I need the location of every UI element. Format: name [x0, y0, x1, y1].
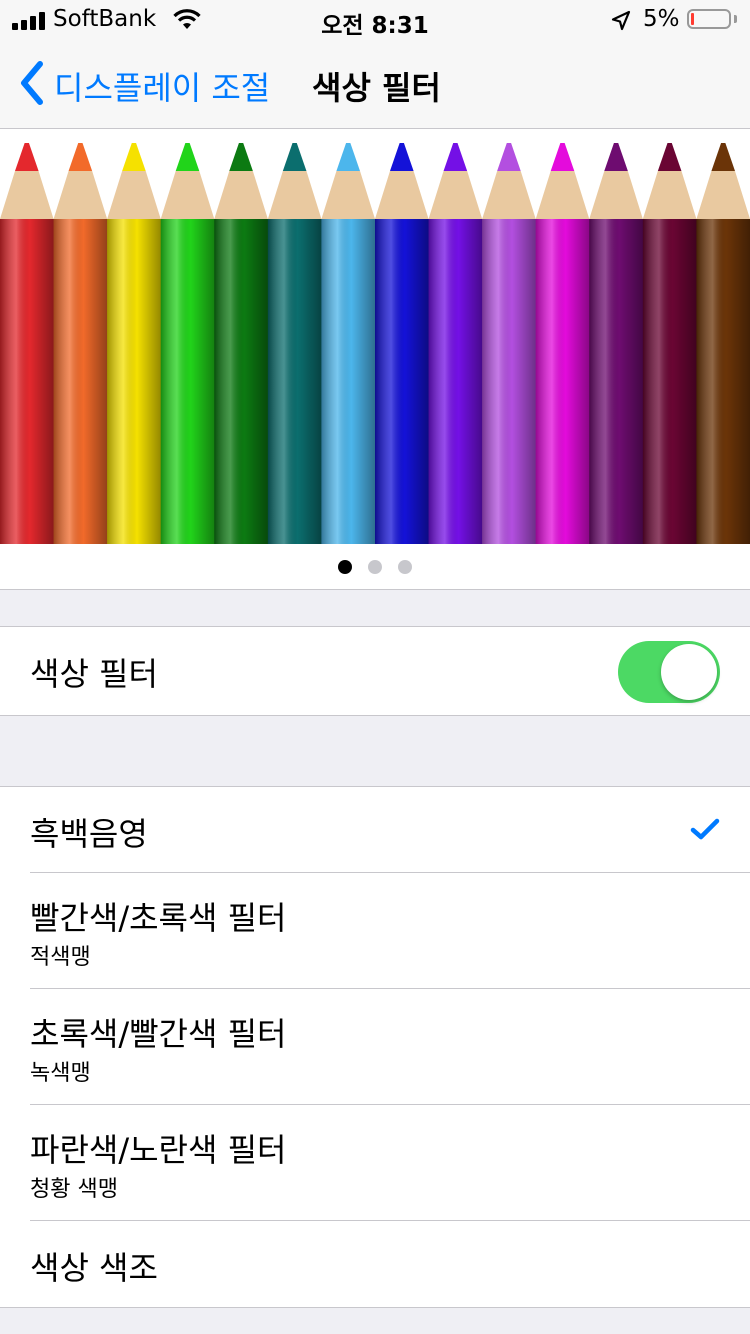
battery-percent: 5% — [643, 6, 680, 32]
pencil — [535, 143, 590, 544]
page-title: 색상 필터 — [312, 69, 441, 107]
option-tritanopia[interactable]: 파란색/노란색 필터 청황 색맹 — [0, 1105, 750, 1221]
back-button[interactable]: 디스플레이 조절 — [54, 63, 270, 109]
checkmark-icon — [690, 818, 720, 840]
color-filter-toggle-label: 색상 필터 — [30, 655, 158, 693]
pencil — [589, 143, 644, 544]
option-color-tint[interactable]: 색상 색조 — [0, 1221, 750, 1307]
status-bar: SoftBank 오전 8:31 5% — [0, 0, 750, 40]
option-sublabel: 녹색맹 — [30, 1061, 91, 1086]
option-sublabel: 적색맹 — [30, 945, 91, 970]
chevron-left-icon[interactable] — [16, 60, 46, 106]
option-grayscale[interactable]: 흑백음영 — [0, 787, 750, 873]
filter-options-list: 흑백음영 빨간색/초록색 필터 적색맹 초록색/빨간색 필터 녹색맹 파란색/노… — [0, 786, 750, 1308]
option-label: 흑백음영 — [30, 815, 148, 853]
pencil — [53, 143, 108, 544]
option-sublabel: 청황 색맹 — [30, 1177, 118, 1202]
option-label: 빨간색/초록색 필터 — [30, 899, 287, 937]
navigation-bar: 디스플레이 조절 색상 필터 — [0, 40, 750, 129]
color-filter-switch[interactable] — [618, 641, 720, 703]
location-icon — [611, 10, 631, 31]
color-filter-toggle-row[interactable]: 색상 필터 — [0, 627, 750, 715]
option-label: 초록색/빨간색 필터 — [30, 1015, 287, 1053]
pencil — [107, 143, 162, 544]
pencil — [214, 143, 269, 544]
color-preview-carousel[interactable] — [0, 129, 750, 590]
page-dot — [398, 560, 412, 574]
battery-tip — [734, 15, 737, 23]
pencil — [0, 143, 55, 544]
pencil — [428, 143, 483, 544]
pencil — [267, 143, 322, 544]
option-protanopia[interactable]: 빨간색/초록색 필터 적색맹 — [0, 873, 750, 989]
page-dot — [338, 560, 352, 574]
page-dot — [368, 560, 382, 574]
option-label: 파란색/노란색 필터 — [30, 1131, 287, 1169]
page-indicator[interactable] — [0, 559, 750, 574]
pencil — [321, 143, 376, 544]
pencil — [696, 143, 750, 544]
status-time: 오전 8:31 — [321, 13, 429, 39]
colored-pencils-image — [0, 143, 750, 544]
option-deuteranopia[interactable]: 초록색/빨간색 필터 녹색맹 — [0, 989, 750, 1105]
option-label: 색상 색조 — [30, 1249, 158, 1287]
pencil — [375, 143, 430, 544]
color-filter-toggle-group: 색상 필터 — [0, 626, 750, 716]
pencil — [642, 143, 697, 544]
pencil — [482, 143, 537, 544]
pencil — [160, 143, 215, 544]
battery-icon — [687, 9, 731, 29]
